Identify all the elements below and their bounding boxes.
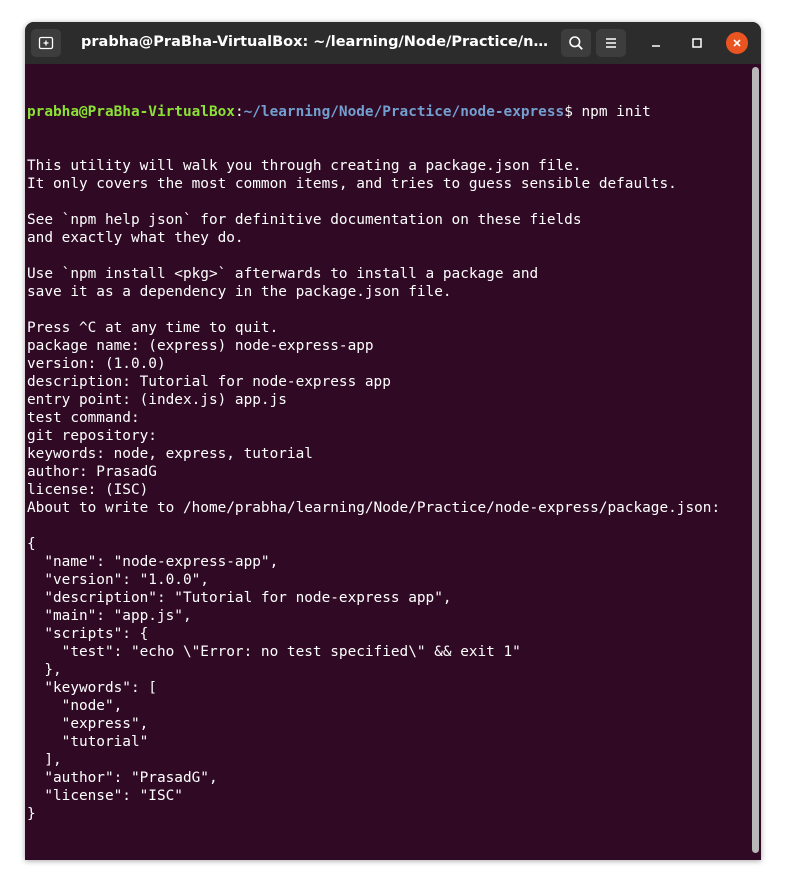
output-line: Is this OK? (yes) (27, 859, 739, 860)
terminal-output[interactable]: prabha@PraBha-VirtualBox:~/learning/Node… (27, 67, 739, 860)
output-line: See `npm help json` for definitive docum… (27, 212, 582, 228)
output-line: "main": "app.js", (27, 608, 192, 624)
output-line: Press ^C at any time to quit. (27, 320, 279, 336)
output-line: "name": "node-express-app", (27, 554, 279, 570)
prompt-separator: : (234, 104, 244, 120)
output-line: save it as a dependency in the package.j… (27, 284, 452, 300)
scrollbar[interactable] (752, 67, 759, 853)
output-line: "version": "1.0.0", (27, 572, 209, 588)
output-line: This utility will walk you through creat… (27, 158, 582, 174)
output-line: description: Tutorial for node-express a… (27, 374, 391, 390)
maximize-icon (692, 38, 702, 48)
close-icon (733, 39, 741, 47)
output-line: keywords: node, express, tutorial (27, 446, 313, 462)
output-line: "express", (27, 716, 149, 732)
output-line: Use `npm install <pkg>` afterwards to in… (27, 266, 539, 282)
prompt-path: ~/learning/Node/Practice/node-express (243, 104, 565, 120)
output-line: "tutorial" (27, 734, 149, 750)
output-line: test command: (27, 410, 140, 426)
prompt-line: prabha@PraBha-VirtualBox:~/learning/Node… (27, 103, 739, 121)
output-line: "keywords": [ (27, 680, 157, 696)
output-line: About to write to /home/prabha/learning/… (27, 500, 721, 516)
output-line: and exactly what they do. (27, 230, 244, 246)
output-line: "node", (27, 698, 123, 714)
search-icon (569, 36, 583, 50)
output-line: version: (1.0.0) (27, 356, 166, 372)
command-text: npm init (581, 104, 651, 120)
menu-button[interactable] (596, 29, 626, 57)
output-line: package name: (express) node-express-app (27, 338, 374, 354)
output-line: git repository: (27, 428, 157, 444)
title-bar: prabha@PraBha-VirtualBox: ~/learning/Nod… (25, 22, 761, 64)
minimize-button[interactable] (645, 32, 667, 54)
hamburger-menu-icon (606, 38, 616, 48)
output-line: "author": "PrasadG", (27, 770, 218, 786)
minimize-icon (652, 45, 660, 47)
output-line: It only covers the most common items, an… (27, 176, 677, 192)
output-line: { (27, 536, 36, 552)
output-line: } (27, 806, 36, 822)
output-line: }, (27, 662, 62, 678)
output-line: "license": "ISC" (27, 788, 183, 804)
output-line: "scripts": { (27, 626, 149, 642)
output-line: ], (27, 752, 62, 768)
output-line: "test": "echo \"Error: no test specified… (27, 644, 521, 660)
command-output: This utility will walk you through creat… (27, 157, 739, 860)
window-title: prabha@PraBha-VirtualBox: ~/learning/Nod… (81, 34, 551, 50)
terminal-window: prabha@PraBha-VirtualBox: ~/learning/Nod… (25, 22, 761, 860)
output-line: license: (ISC) (27, 482, 149, 498)
new-tab-button[interactable] (31, 29, 61, 57)
output-line: entry point: (index.js) app.js (27, 392, 287, 408)
close-button[interactable] (726, 32, 748, 54)
output-line: author: PrasadG (27, 464, 157, 480)
new-tab-icon (38, 36, 54, 50)
prompt-symbol: $ (564, 104, 582, 120)
prompt-user: prabha@PraBha-VirtualBox (27, 104, 235, 120)
search-button[interactable] (561, 29, 591, 57)
maximize-button[interactable] (686, 32, 708, 54)
output-line: "description": "Tutorial for node-expres… (27, 590, 452, 606)
